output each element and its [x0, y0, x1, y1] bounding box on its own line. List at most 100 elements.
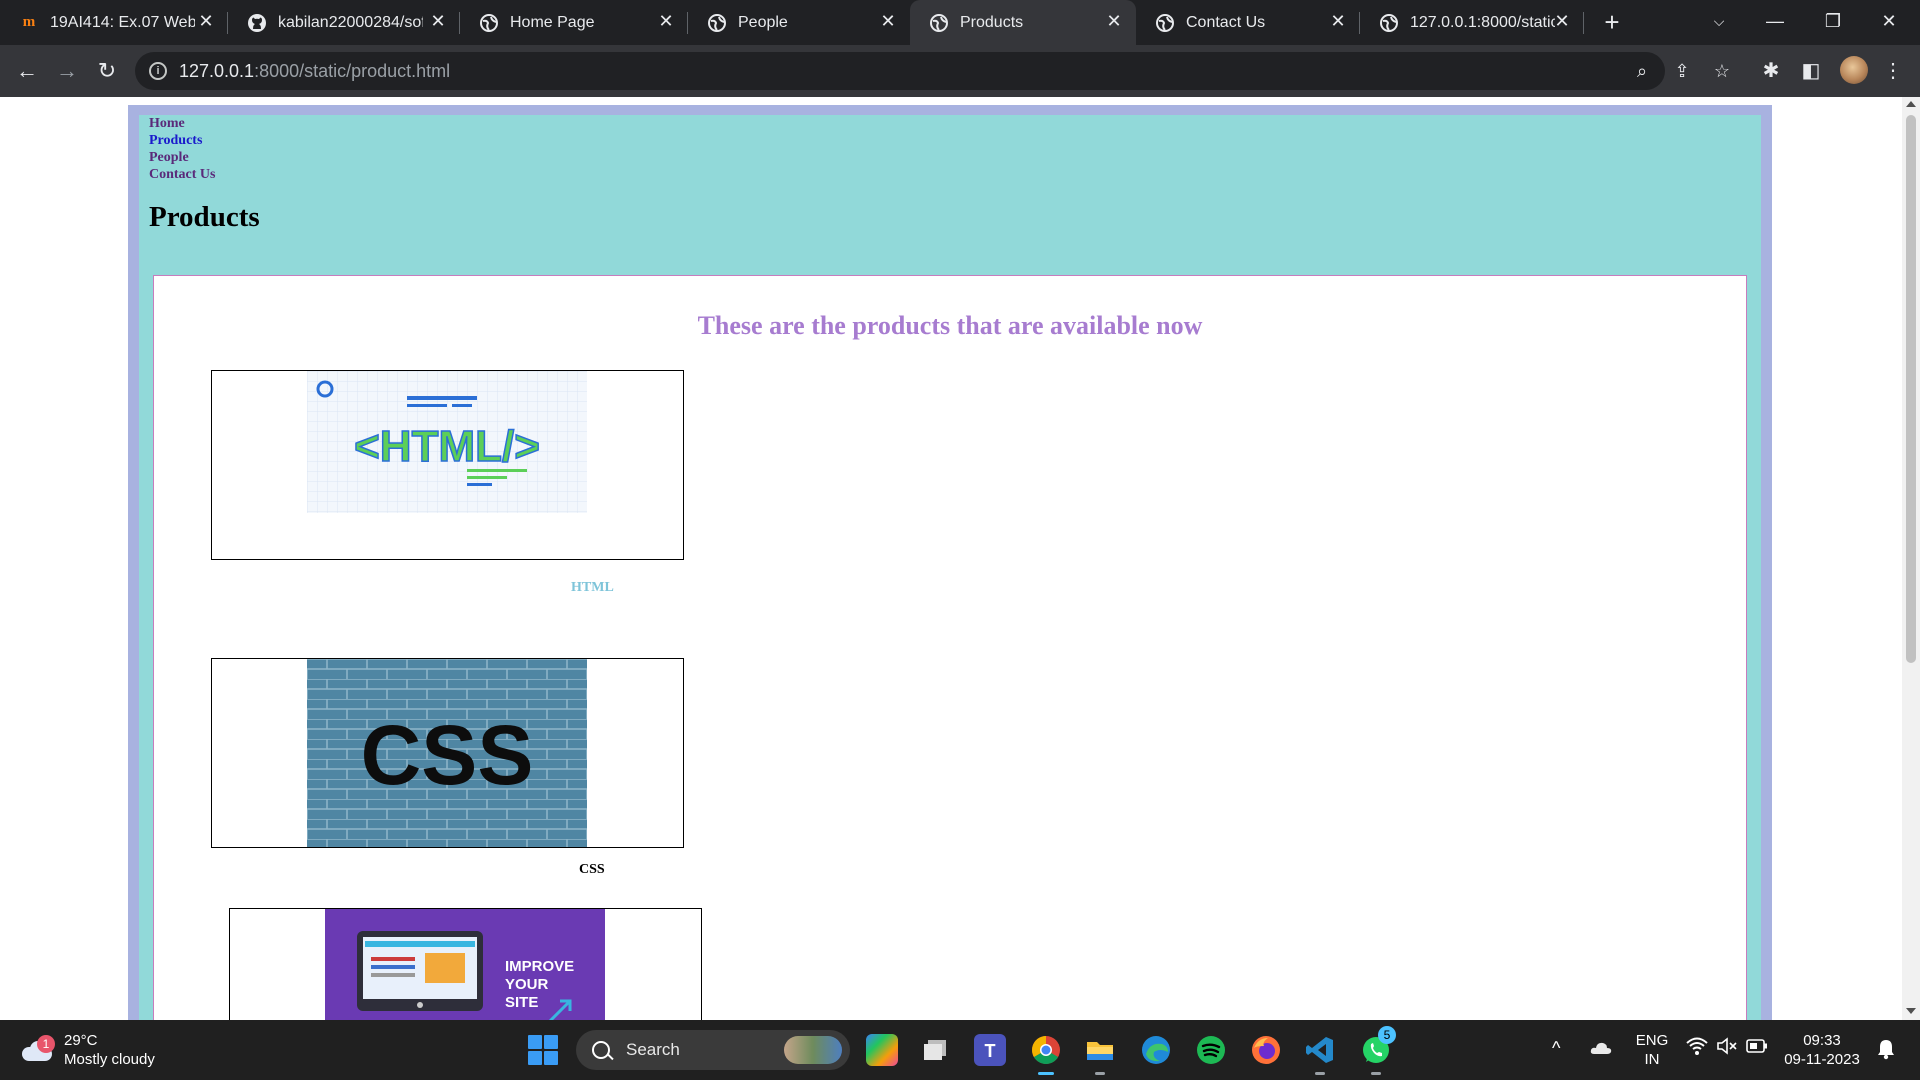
- page-viewport: Home Products People Contact Us Products…: [0, 97, 1902, 1020]
- nav-link-people[interactable]: People: [149, 149, 216, 166]
- browser-toolbar: ← → ↻ i 127.0.0.1:8000/static/product.ht…: [0, 45, 1920, 97]
- products-subheading: These are the products that are availabl…: [697, 311, 1203, 340]
- scroll-down-icon[interactable]: [1906, 1008, 1916, 1014]
- tab-title: 127.0.0.1:8000/static/: [1410, 13, 1555, 31]
- improve-site-text: IMPROVE YOUR SITE: [505, 958, 574, 1011]
- products-container: These are the products that are availabl…: [153, 275, 1747, 1020]
- zoom-icon[interactable]: ⌕: [1631, 60, 1653, 82]
- teams-app-icon[interactable]: T: [974, 1034, 1006, 1066]
- firefox-app-icon[interactable]: [1250, 1034, 1282, 1066]
- address-bar[interactable]: i 127.0.0.1:8000/static/product.html ⌕ ⇪…: [135, 52, 1730, 90]
- nav-link-home[interactable]: Home: [149, 115, 216, 132]
- task-view-icon[interactable]: [920, 1034, 952, 1066]
- tab-products[interactable]: Products ✕: [910, 0, 1136, 45]
- profile-avatar[interactable]: [1840, 56, 1868, 84]
- improve-site-product-image: IMPROVE YOUR SITE: [325, 909, 605, 1020]
- site-info-icon[interactable]: i: [149, 62, 167, 80]
- minimize-button[interactable]: —: [1752, 6, 1798, 36]
- improve-site-graphic: IMPROVE YOUR SITE: [357, 931, 574, 1020]
- site-nav: Home Products People Contact Us: [149, 115, 216, 183]
- moodle-icon: m: [22, 14, 36, 30]
- edge-app-icon[interactable]: [1140, 1034, 1172, 1066]
- close-window-button[interactable]: ✕: [1866, 6, 1912, 36]
- spotify-app-icon[interactable]: [1195, 1034, 1227, 1066]
- weather-temp: 29°C: [64, 1032, 98, 1049]
- search-highlight-image: [784, 1036, 842, 1064]
- tab-home-page[interactable]: Home Page ✕: [460, 0, 688, 45]
- close-icon[interactable]: ✕: [1328, 11, 1348, 31]
- browser-tab-strip: m 19AI414: Ex.07 Website ✕ kabilan220002…: [0, 0, 1920, 45]
- weather-condition: Mostly cloudy: [64, 1051, 155, 1068]
- chevron-up-icon[interactable]: ^: [1552, 1038, 1560, 1059]
- clock-date: 09-11-2023: [1784, 1051, 1860, 1068]
- file-explorer-icon[interactable]: [1084, 1034, 1116, 1075]
- page-title: Products: [149, 201, 260, 233]
- github-icon: [248, 13, 266, 32]
- tab-static[interactable]: 127.0.0.1:8000/static/ ✕: [1360, 0, 1584, 45]
- product-caption-css: CSS: [579, 862, 605, 877]
- weather-badge: 1: [37, 1035, 55, 1053]
- close-icon[interactable]: ✕: [878, 11, 898, 31]
- close-icon[interactable]: ✕: [428, 11, 448, 31]
- taskbar-search[interactable]: Search: [576, 1030, 850, 1070]
- html-logo-graphic: <HTML/>: [307, 371, 587, 513]
- scrollbar-thumb[interactable]: [1906, 115, 1916, 663]
- css-product-image: CSS: [307, 659, 587, 847]
- tab-github[interactable]: kabilan22000284/software ✕: [228, 0, 460, 45]
- reload-button[interactable]: ↻: [92, 56, 122, 86]
- language-indicator[interactable]: ENG IN: [1632, 1031, 1672, 1069]
- tab-title: kabilan22000284/software: [278, 13, 423, 31]
- close-icon[interactable]: ✕: [1552, 11, 1572, 31]
- clock-time: 09:33: [1803, 1032, 1841, 1049]
- product-card-css: CSS: [211, 658, 684, 848]
- tab-title: People: [738, 13, 788, 31]
- html-product-image: <HTML/>: [307, 371, 587, 513]
- close-icon[interactable]: ✕: [656, 11, 676, 31]
- chrome-app-icon[interactable]: [1030, 1034, 1062, 1075]
- tab-title: Home Page: [510, 13, 595, 31]
- tab-moodle[interactable]: m 19AI414: Ex.07 Website ✕: [0, 0, 228, 45]
- close-icon[interactable]: ✕: [1104, 11, 1124, 31]
- nav-link-products[interactable]: Products: [149, 132, 216, 149]
- clock[interactable]: 09:33 09-11-2023: [1776, 1031, 1868, 1069]
- address-url: 127.0.0.1:8000/static/product.html: [179, 60, 451, 81]
- onedrive-cloud-icon[interactable]: [1590, 1040, 1612, 1054]
- forward-button[interactable]: →: [52, 56, 82, 86]
- copilot-app-icon[interactable]: [866, 1034, 898, 1066]
- globe-icon: [708, 13, 726, 32]
- tab-people[interactable]: People ✕: [688, 0, 910, 45]
- tab-title: Contact Us: [1186, 13, 1266, 31]
- html-logo-text: <HTML/>: [354, 422, 540, 471]
- close-icon[interactable]: ✕: [196, 11, 216, 31]
- css-logo-text: CSS: [361, 708, 534, 802]
- share-icon[interactable]: ⇪: [1671, 60, 1693, 82]
- whatsapp-badge: 5: [1378, 1026, 1396, 1044]
- tab-search-chevron-icon[interactable]: ⌵: [1696, 6, 1742, 36]
- menu-dots-icon[interactable]: ⋮: [1880, 58, 1906, 84]
- globe-icon: [1156, 13, 1174, 32]
- back-button[interactable]: ←: [12, 56, 42, 86]
- extensions-icon[interactable]: ✱: [1758, 58, 1784, 84]
- scroll-up-icon[interactable]: [1906, 101, 1916, 107]
- globe-icon: [930, 13, 948, 32]
- whatsapp-app-icon[interactable]: 5: [1360, 1026, 1396, 1075]
- page-scrollbar[interactable]: [1902, 97, 1920, 1020]
- restore-button[interactable]: ❐: [1810, 6, 1856, 36]
- start-button[interactable]: [528, 1035, 558, 1065]
- product-card-improve: IMPROVE YOUR SITE: [229, 908, 702, 1020]
- tab-title: 19AI414: Ex.07 Website: [50, 13, 195, 31]
- search-label: Search: [626, 1040, 680, 1059]
- wifi-icon[interactable]: [1686, 1036, 1708, 1062]
- search-icon: [592, 1041, 610, 1059]
- weather-widget[interactable]: 1 29°C Mostly cloudy: [18, 1028, 155, 1072]
- nav-link-contact-us[interactable]: Contact Us: [149, 166, 216, 183]
- vscode-app-icon[interactable]: [1304, 1034, 1336, 1075]
- battery-icon[interactable]: [1746, 1038, 1768, 1059]
- bookmark-star-icon[interactable]: ☆: [1711, 60, 1733, 82]
- notification-bell-icon[interactable]: [1876, 1038, 1896, 1065]
- svg-text:T: T: [985, 1041, 996, 1061]
- side-panel-icon[interactable]: ◧: [1798, 58, 1824, 84]
- new-tab-button[interactable]: +: [1598, 8, 1626, 36]
- tab-contact-us[interactable]: Contact Us ✕: [1136, 0, 1360, 45]
- volume-muted-icon[interactable]: [1716, 1036, 1738, 1061]
